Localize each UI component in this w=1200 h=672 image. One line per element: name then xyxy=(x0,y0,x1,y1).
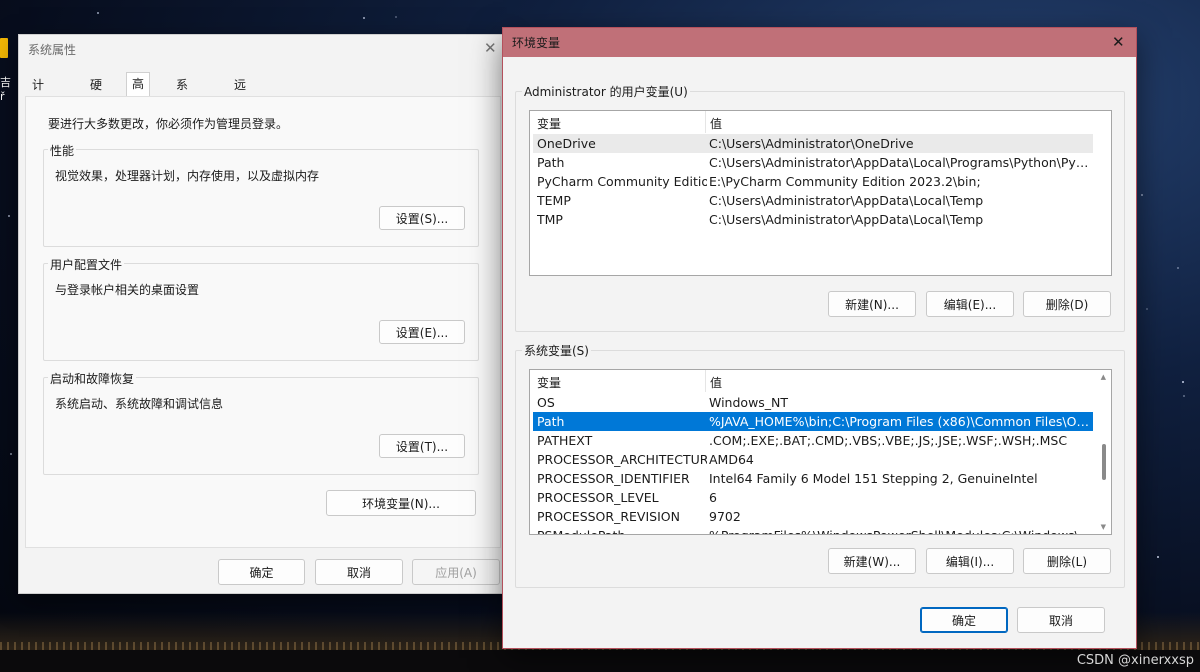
startup-recovery-group: 启动和故障恢复 系统启动、系统故障和调试信息 设置(T)... xyxy=(43,370,479,475)
environment-variables-window: 环境变量 ✕ Administrator 的用户变量(U) 变量 值 OneDr… xyxy=(503,28,1136,648)
vertical-scrollbar[interactable]: ▲ ▼ xyxy=(1095,370,1111,534)
desktop-folder-icon[interactable] xyxy=(0,38,8,58)
startup-recovery-settings-button[interactable]: 设置(T)... xyxy=(379,434,465,458)
close-icon[interactable]: ✕ xyxy=(1112,33,1125,51)
system-edit-button[interactable]: 编辑(I)... xyxy=(926,548,1014,574)
list-item[interactable]: TEMP C:\Users\Administrator\AppData\Local… xyxy=(533,191,1093,210)
star xyxy=(1177,267,1179,269)
list-item[interactable]: Path C:\Users\Administrator\AppData\Local… xyxy=(533,153,1093,172)
cancel-button[interactable]: 取消 xyxy=(1017,607,1105,633)
startup-recovery-label: 启动和故障恢复 xyxy=(48,370,137,387)
apply-button[interactable]: 应用(A) xyxy=(412,559,500,585)
star xyxy=(8,215,10,217)
ok-button[interactable]: 确定 xyxy=(218,559,305,585)
list-item[interactable]: PROCESSOR_IDENTIFIER Intel64 Family 6 Mod… xyxy=(533,469,1093,488)
ok-button[interactable]: 确定 xyxy=(920,607,1008,633)
user-variables-list[interactable]: 变量 值 OneDrive C:\Users\Administrator\OneD… xyxy=(529,110,1112,276)
list-header: 变量 值 xyxy=(530,111,1111,133)
star xyxy=(10,453,12,455)
user-new-button[interactable]: 新建(N)... xyxy=(828,291,916,317)
star xyxy=(97,12,99,14)
performance-group: 性能 视觉效果，处理器计划，内存使用，以及虚拟内存 设置(S)... xyxy=(43,142,479,247)
list-item[interactable]: PSModulePath%ProgramFiles%\WindowsPowerS… xyxy=(533,526,1093,534)
title-bar[interactable]: 系统属性 ✕ xyxy=(19,35,507,63)
star xyxy=(1157,556,1159,558)
system-variables-section: 系统变量(S) 变量 值 OS Windows_NT Path %JAVA_HOME… xyxy=(515,342,1125,588)
watermark: CSDN @xinerxxsp xyxy=(1076,653,1194,668)
column-header-variable[interactable]: 变量 xyxy=(537,374,561,391)
column-header-value[interactable]: 值 xyxy=(710,115,722,132)
close-icon[interactable]: ✕ xyxy=(484,39,497,57)
performance-desc: 视觉效果，处理器计划，内存使用，以及虚拟内存 xyxy=(55,169,320,183)
system-delete-button[interactable]: 删除(L) xyxy=(1023,548,1111,574)
title-bar[interactable]: 环境变量 ✕ xyxy=(503,28,1136,57)
tab-system-protection[interactable]: 系统保护 xyxy=(171,75,193,155)
star xyxy=(363,17,365,19)
system-variables-list[interactable]: 变量 值 OS Windows_NT Path %JAVA_HOME%\bin;C:… xyxy=(529,369,1112,535)
star xyxy=(395,16,397,18)
performance-label: 性能 xyxy=(48,142,77,159)
list-item[interactable]: PROCESSOR_REVISION 9702 xyxy=(533,507,1093,526)
list-item[interactable]: OneDrive C:\Users\Administrator\OneDrive xyxy=(533,134,1093,153)
system-variables-label: 系统变量(S) xyxy=(522,342,591,359)
tab-computer-name[interactable]: 计算机名 xyxy=(27,75,49,155)
list-header: 变量 值 xyxy=(530,370,1111,392)
list-item[interactable]: PROCESSOR_ARCHITECTURE AMD64 xyxy=(533,450,1093,469)
advanced-tab-panel: 要进行大多数更改，你必须作为管理员登录。 性能 视觉效果，处理器计划，内存使用，… xyxy=(25,96,501,548)
user-variables-section: Administrator 的用户变量(U) 变量 值 OneDrive C:\U… xyxy=(515,83,1125,332)
list-item-selected[interactable]: Path %JAVA_HOME%\bin;C:\Program Files (x8… xyxy=(533,412,1093,431)
star xyxy=(1141,194,1143,196)
column-header-value[interactable]: 值 xyxy=(710,374,722,391)
list-item[interactable]: PROCESSOR_LEVEL 6 xyxy=(533,488,1093,507)
user-delete-button[interactable]: 删除(D) xyxy=(1023,291,1111,317)
user-profiles-settings-button[interactable]: 设置(E)... xyxy=(379,320,465,344)
system-properties-window: 系统属性 ✕ 计算机名 硬件 高级 系统保护 远程 要进行大多数更改，你必须作为… xyxy=(19,35,507,593)
user-profiles-desc: 与登录帐户相关的桌面设置 xyxy=(55,283,200,297)
list-item[interactable]: TMP C:\Users\Administrator\AppData\Local\… xyxy=(533,210,1093,229)
window-title: 系统属性 xyxy=(28,43,77,57)
list-item[interactable]: PyCharm Community Edition E:\PyCharm Comm… xyxy=(533,172,1093,191)
user-profiles-label: 用户配置文件 xyxy=(48,256,125,273)
user-edit-button[interactable]: 编辑(E)... xyxy=(926,291,1014,317)
admin-notice: 要进行大多数更改，你必须作为管理员登录。 xyxy=(48,117,289,131)
scrollbar-thumb[interactable] xyxy=(1102,444,1106,480)
star xyxy=(1183,395,1185,397)
scroll-down-icon[interactable]: ▼ xyxy=(1101,523,1106,531)
star xyxy=(1146,308,1148,310)
tab-hardware[interactable]: 硬件 xyxy=(85,75,107,113)
column-header-variable[interactable]: 变量 xyxy=(537,115,561,132)
list-item[interactable]: OS Windows_NT xyxy=(533,393,1093,412)
desktop-icon-label-2: ř xyxy=(0,90,5,103)
star xyxy=(1182,381,1184,383)
system-new-button[interactable]: 新建(W)... xyxy=(828,548,916,574)
tab-advanced[interactable]: 高级 xyxy=(126,72,151,113)
startup-recovery-desc: 系统启动、系统故障和调试信息 xyxy=(55,397,224,411)
list-item[interactable]: PATHEXT .COM;.EXE;.BAT;.CMD;.VBS;.VBE;.JS… xyxy=(533,431,1093,450)
cancel-button[interactable]: 取消 xyxy=(315,559,403,585)
user-profiles-group: 用户配置文件 与登录帐户相关的桌面设置 设置(E)... xyxy=(43,256,479,361)
window-title: 环境变量 xyxy=(512,36,561,50)
scroll-up-icon[interactable]: ▲ xyxy=(1101,373,1106,381)
user-variables-label: Administrator 的用户变量(U) xyxy=(522,83,690,100)
desktop-icon-label: 吉 xyxy=(0,76,11,89)
environment-variables-button[interactable]: 环境变量(N)... xyxy=(326,490,476,516)
performance-settings-button[interactable]: 设置(S)... xyxy=(379,206,465,230)
tab-remote[interactable]: 远程 xyxy=(229,75,251,113)
